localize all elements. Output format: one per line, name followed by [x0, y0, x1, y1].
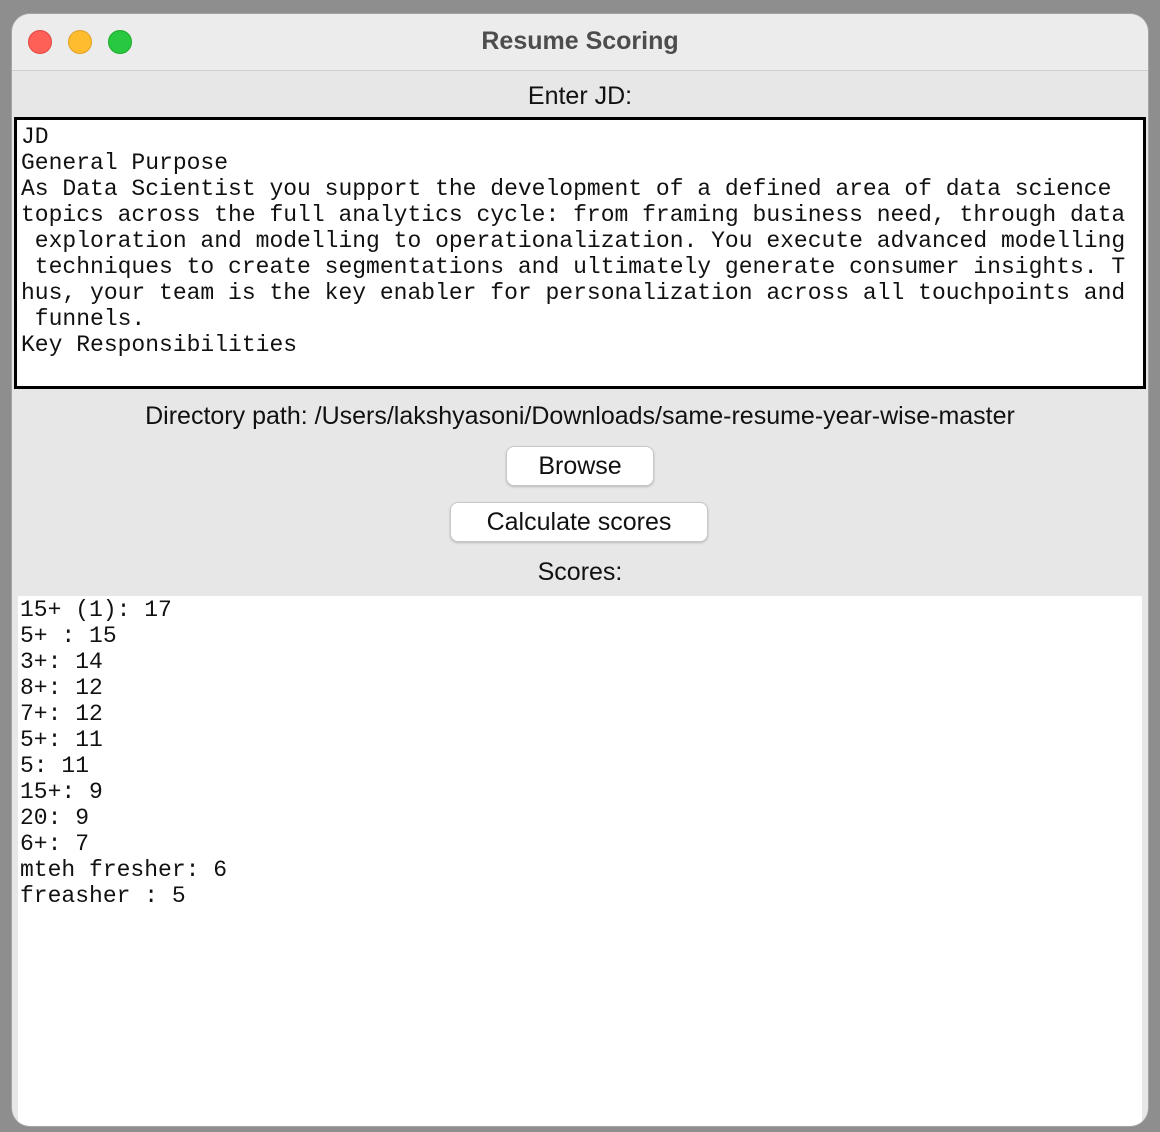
- scores-label: Scores:: [537, 558, 623, 586]
- calculate-scores-button[interactable]: Calculate scores: [450, 502, 708, 542]
- score-row: 15+: 9: [20, 779, 103, 805]
- score-row: 15+ (1): 17: [20, 597, 172, 623]
- scores-text-area[interactable]: 15+ (1): 17 5+ : 15 3+: 14 8+: 12 7+: 12…: [18, 596, 1142, 1126]
- score-row: 20: 9: [20, 805, 90, 831]
- jd-text[interactable]: JD General Purpose As Data Scientist you…: [17, 120, 1143, 358]
- scores-list: 15+ (1): 17 5+ : 15 3+: 14 8+: 12 7+: 12…: [18, 596, 1142, 909]
- score-row: 5+: 11: [20, 727, 103, 753]
- score-row: 8+: 12: [20, 675, 103, 701]
- score-row: freasher : 5: [20, 883, 186, 909]
- score-row: 3+: 14: [20, 649, 103, 675]
- browse-button[interactable]: Browse: [506, 446, 654, 486]
- jd-label: Enter JD:: [527, 82, 633, 110]
- score-row: mteh fresher: 6: [20, 857, 228, 883]
- app-window: Resume Scoring Enter JD: JD General Purp…: [12, 14, 1148, 1126]
- jd-text-area[interactable]: JD General Purpose As Data Scientist you…: [14, 117, 1146, 389]
- score-row: 7+: 12: [20, 701, 103, 727]
- score-row: 5+ : 15: [20, 623, 117, 649]
- directory-path-label: Directory path: /Users/lakshyasoni/Downl…: [145, 402, 1015, 430]
- score-row: 5: 11: [20, 753, 90, 779]
- title-bar[interactable]: Resume Scoring: [12, 14, 1148, 71]
- score-row: 6+: 7: [20, 831, 90, 857]
- window-title: Resume Scoring: [481, 27, 679, 55]
